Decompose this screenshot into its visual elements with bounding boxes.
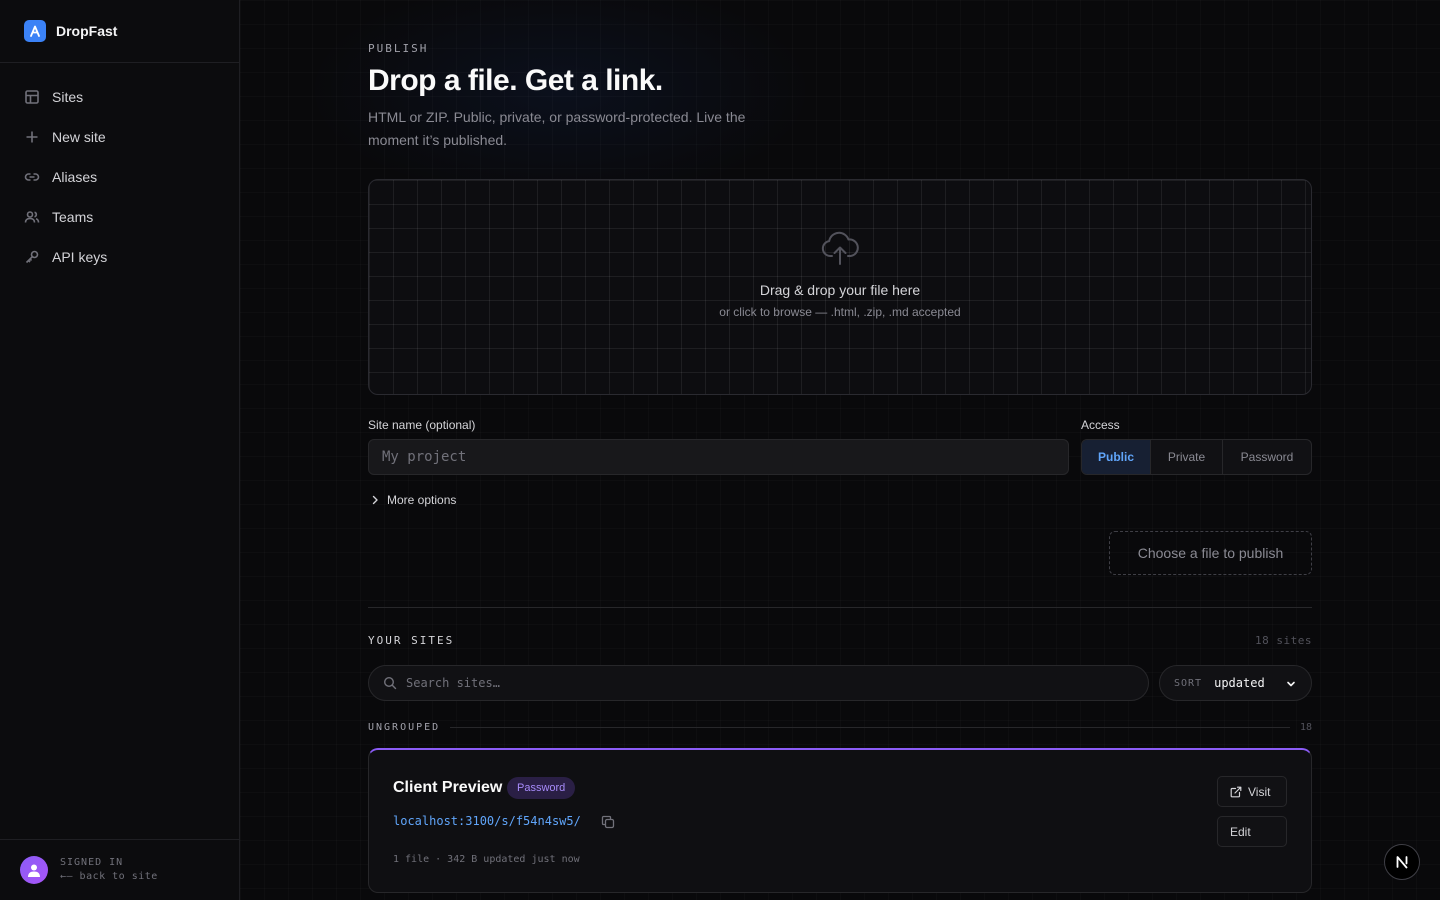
sidebar-item-label: New site <box>52 129 106 145</box>
chevron-right-icon <box>372 495 378 505</box>
site-name-label: Site name (optional) <box>368 418 476 432</box>
access-badge: Password <box>507 777 576 799</box>
sidebar-item-api-keys[interactable]: API keys <box>0 237 239 277</box>
page-subtitle: HTML or ZIP. Public, private, or passwor… <box>368 109 746 148</box>
avatar[interactable] <box>20 856 48 884</box>
dropzone-subtitle: or click to browse — .html, .zip, .md ac… <box>719 305 961 319</box>
publish-button[interactable]: Choose a file to publish <box>1109 531 1312 575</box>
grid-icon <box>25 90 39 104</box>
link-icon <box>24 173 40 181</box>
section-eyebrow: PUBLISH <box>368 42 429 55</box>
access-label: Access <box>1081 418 1120 432</box>
sidebar-item-label: Aliases <box>52 169 98 185</box>
main-content: PUBLISH Drop a file. Get a link. HTML or… <box>240 0 1440 900</box>
group-divider <box>450 727 1290 728</box>
site-meta: 1 file · 342 B updated just now <box>393 854 580 865</box>
users-icon <box>24 211 40 223</box>
signin-status: SIGNED IN ←— back to site <box>60 856 158 884</box>
file-dropzone[interactable]: Drag & drop your file here or click to b… <box>368 179 1312 395</box>
sort-label: SORT <box>1174 677 1203 689</box>
sort-dropdown[interactable]: SORT updated <box>1159 665 1312 701</box>
your-sites-heading: YOUR SITES <box>368 634 455 647</box>
app-name: DropFast <box>56 23 118 39</box>
sidebar-item-teams[interactable]: Teams <box>0 197 239 237</box>
sidebar-item-label: Sites <box>52 89 84 105</box>
site-title: Client Preview <box>393 779 503 796</box>
search-sites-box <box>368 665 1149 701</box>
site-name-input[interactable] <box>368 439 1069 475</box>
external-link-icon <box>1230 786 1242 797</box>
sidebar-item-sites[interactable]: Sites <box>0 77 239 117</box>
access-private-option[interactable]: Private <box>1151 440 1223 474</box>
sidebar-item-new-site[interactable]: New site <box>0 117 239 157</box>
sidebar-footer: SIGNED IN ←— back to site <box>0 839 240 900</box>
n-logo-icon <box>1396 856 1408 869</box>
chevron-down-icon <box>1287 681 1295 687</box>
sidebar-item-label: Teams <box>52 209 94 225</box>
more-options-toggle[interactable]: More options <box>370 493 456 507</box>
sidebar-nav: Sites New site Aliases Teams API keys <box>0 63 239 277</box>
visit-label: Visit <box>1248 784 1271 799</box>
group-count: 18 <box>1299 722 1312 733</box>
access-toggle: Public Private Password <box>1081 439 1312 475</box>
signed-in-label: SIGNED IN <box>60 857 124 868</box>
sidebar-item-aliases[interactable]: Aliases <box>0 157 239 197</box>
more-options-label: More options <box>387 493 457 507</box>
copy-icon[interactable] <box>601 815 615 829</box>
search-icon <box>383 676 397 690</box>
access-public-option[interactable]: Public <box>1082 440 1151 474</box>
visit-button[interactable]: Visit <box>1217 776 1287 807</box>
plus-icon <box>26 131 38 143</box>
sort-value: updated <box>1214 676 1265 690</box>
user-icon <box>28 864 40 877</box>
edit-button[interactable]: Edit <box>1217 816 1287 847</box>
site-url-link[interactable]: localhost:3100/s/f54n4sw5/ <box>393 814 581 828</box>
search-input[interactable] <box>406 676 1148 690</box>
sidebar-item-label: API keys <box>52 249 108 265</box>
site-card[interactable]: Client Preview Password localhost:3100/s… <box>368 748 1312 893</box>
section-divider <box>368 607 1312 608</box>
back-to-site-link[interactable]: ←— back to site <box>60 870 158 884</box>
page-title: Drop a file. Get a link. <box>368 64 663 97</box>
dropfast-logo-icon <box>24 20 46 42</box>
sites-count: 18 sites <box>1255 634 1312 647</box>
brand[interactable]: DropFast <box>0 0 239 63</box>
edit-label: Edit <box>1230 824 1251 839</box>
access-password-option[interactable]: Password <box>1223 440 1311 474</box>
group-label: UNGROUPED <box>368 722 441 733</box>
dropzone-title: Drag & drop your file here <box>759 282 921 298</box>
key-icon <box>25 250 39 264</box>
cloud-upload-icon <box>821 231 859 265</box>
group-header: UNGROUPED 18 <box>368 722 1312 733</box>
next-devtools-button[interactable] <box>1384 844 1420 880</box>
sidebar: DropFast Sites New site Aliases Teams AP… <box>0 0 240 900</box>
